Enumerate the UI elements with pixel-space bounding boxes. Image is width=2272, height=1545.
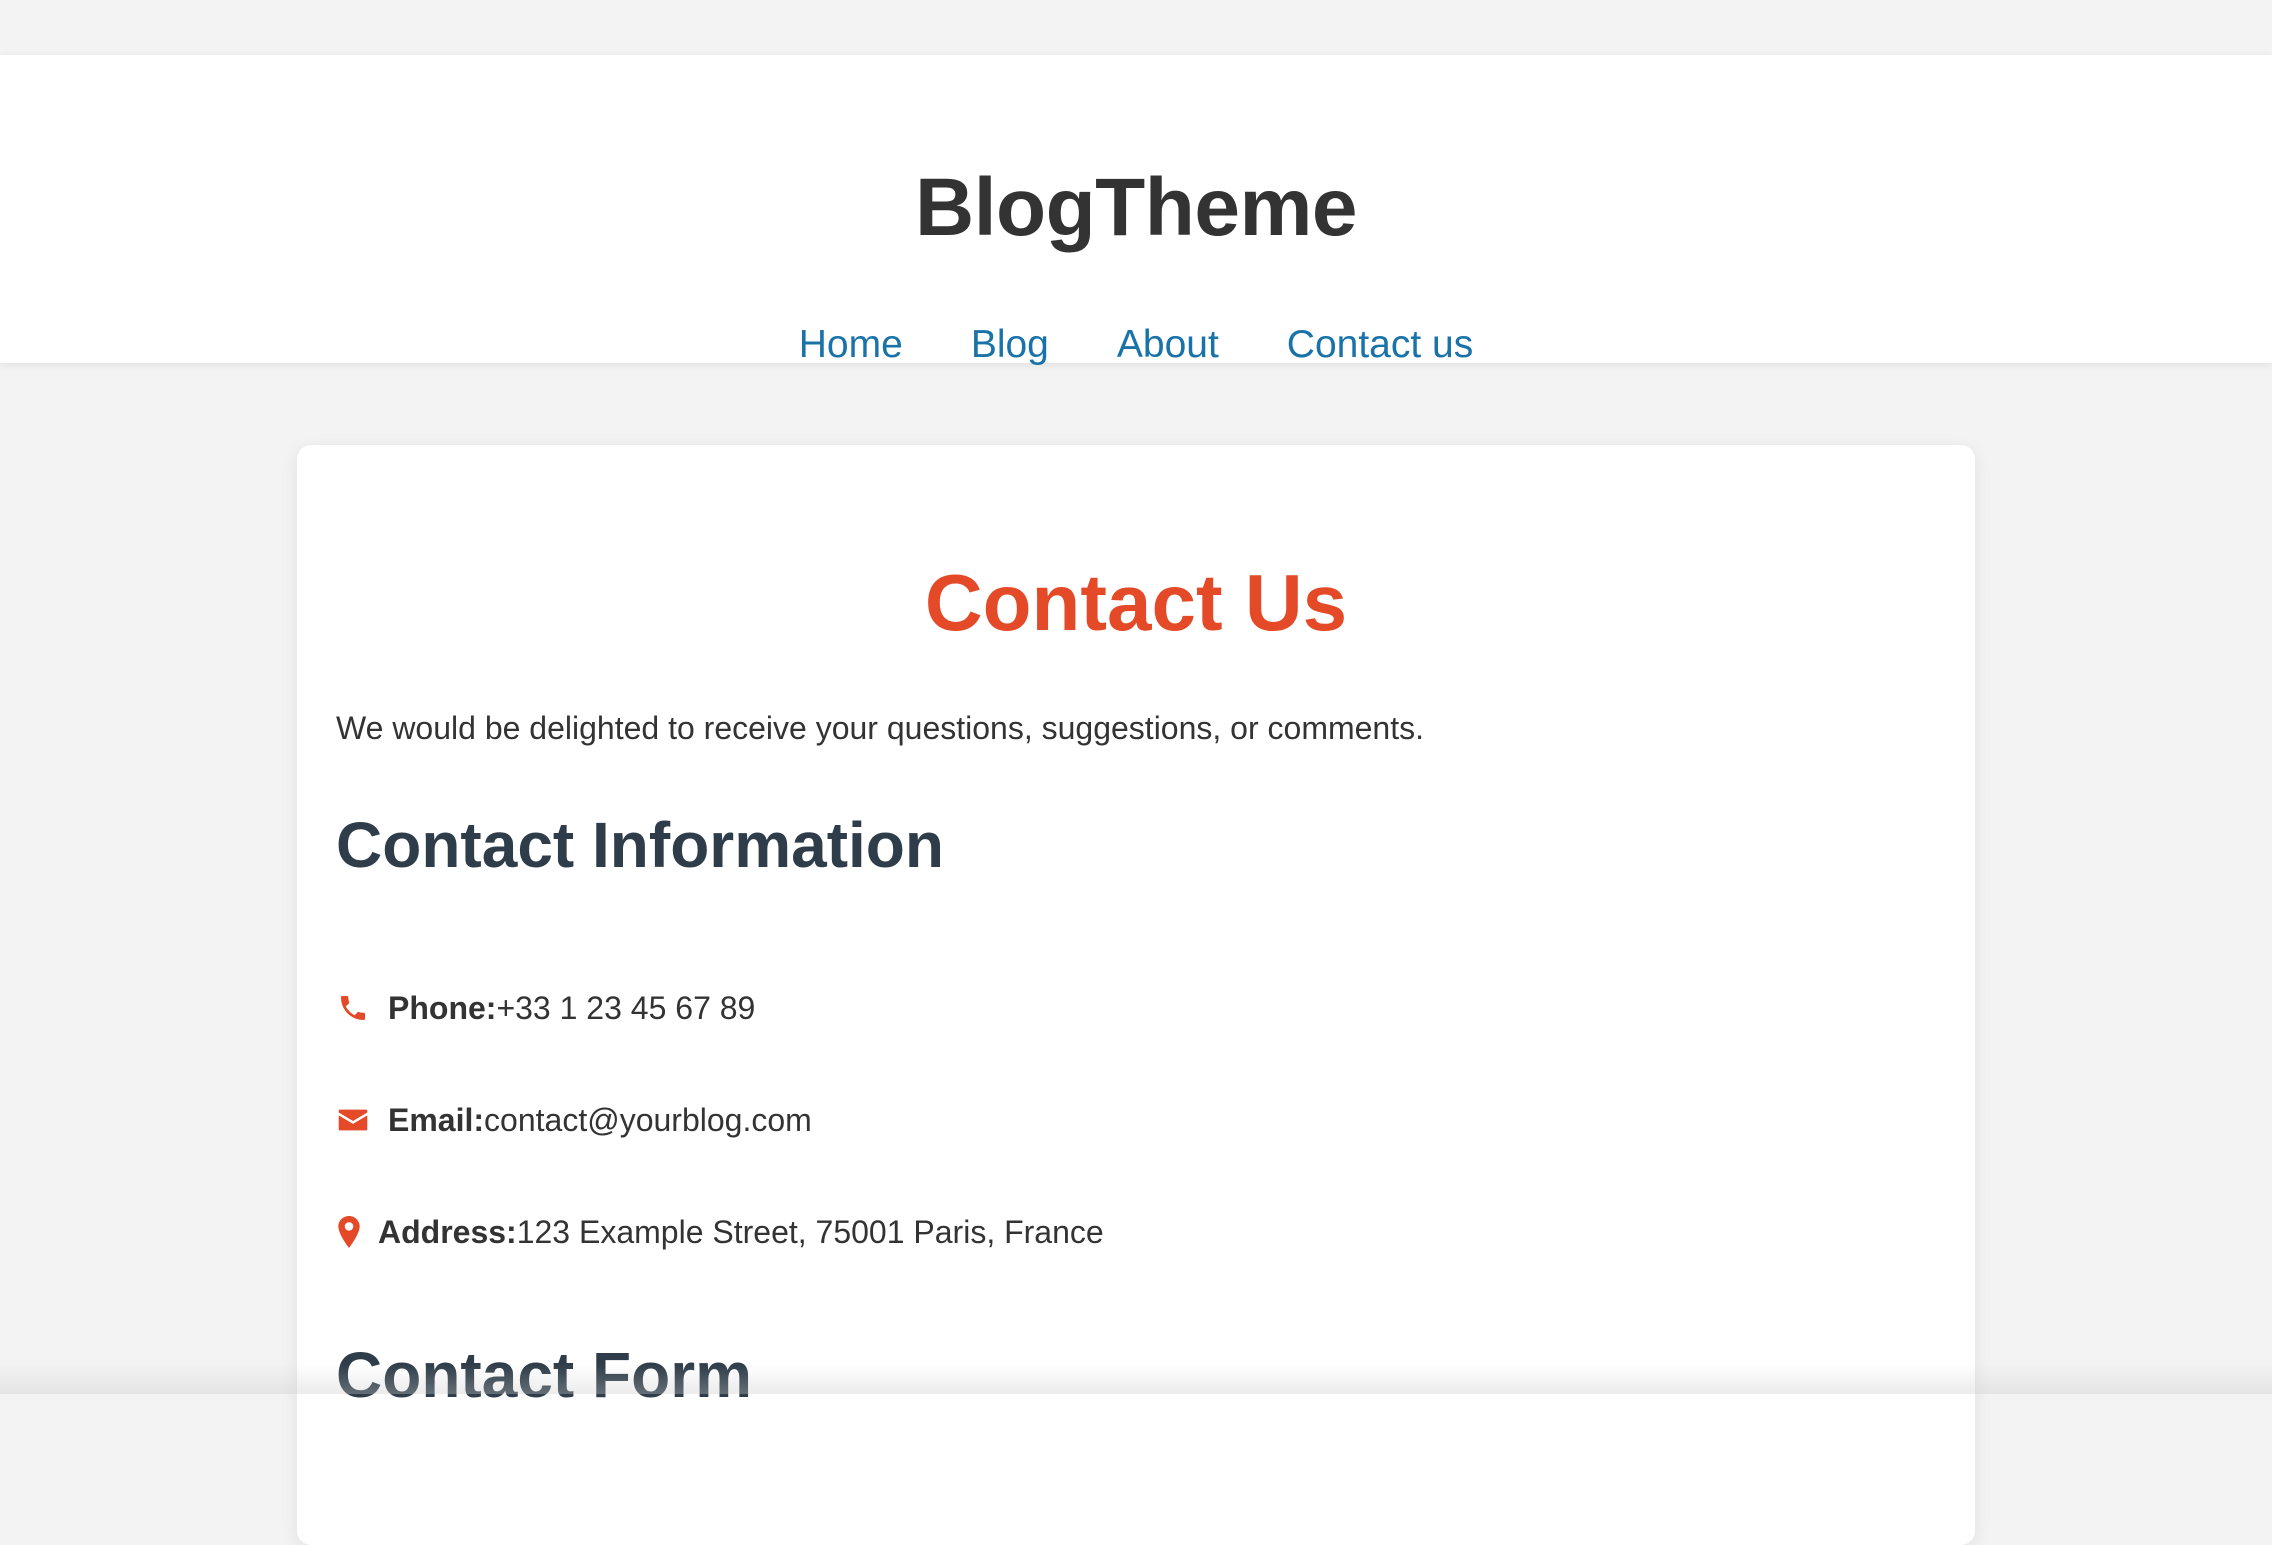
page-title: Contact Us [924,558,1348,647]
content-card: Contact Us We would be delighted to rece… [297,445,1975,1545]
email-icon [336,1103,370,1137]
nav-link-blog[interactable]: Blog [971,325,1049,364]
intro-text: We would be delighted to receive your qu… [336,710,1424,746]
contact-phone-row: Phone: +33 1 23 45 67 89 [336,991,755,1025]
phone-icon [336,991,370,1025]
contact-email-row: Email: contact@yourblog.com [336,1103,812,1137]
site-header: BlogTheme Home Blog About Contact us [0,55,2272,364]
nav-link-home[interactable]: Home [799,325,903,364]
contact-form-heading: Contact Form [336,1339,752,1411]
phone-value[interactable]: +33 1 23 45 67 89 [496,992,755,1024]
nav-link-about[interactable]: About [1117,325,1219,364]
email-label: Email: [388,1102,485,1138]
address-label: Address: [378,1214,517,1250]
address-value: 123 Example Street, 75001 Paris, France [516,1214,1104,1250]
nav-link-contact[interactable]: Contact us [1287,325,1473,364]
email-value[interactable]: contact@yourblog.com [484,1104,812,1136]
location-pin-icon [336,1215,362,1249]
site-title[interactable]: BlogTheme [0,167,2272,249]
phone-label: Phone: [388,990,497,1026]
contact-address-row: Address: 123 Example Street, 75001 Paris,… [336,1215,1104,1249]
contact-information-heading: Contact Information [336,809,944,881]
main-nav: Home Blog About Contact us [0,325,2272,364]
